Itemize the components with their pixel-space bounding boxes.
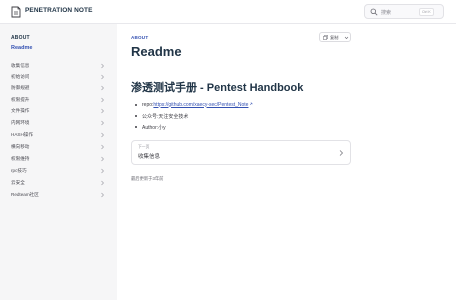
repo-line: repo:https://github.com/xaecy-sec/Pentes… [142, 102, 253, 108]
sidebar-item-label: 文件操作 [11, 108, 30, 113]
sidebar-item[interactable]: HASH操作 [11, 130, 105, 140]
sidebar-item[interactable]: 文件操作 [11, 106, 105, 116]
sidebar-item-label: 防御规避 [11, 85, 30, 90]
chevron-right-icon [101, 63, 104, 69]
sidebar-item[interactable]: 横向移动 [11, 142, 105, 152]
sidebar-item-label: 权限提升 [11, 97, 30, 102]
breadcrumb: ABOUT [131, 35, 149, 40]
search-icon [370, 8, 378, 16]
chevron-right-icon [101, 120, 104, 126]
sidebar-item[interactable]: 防御规避 [11, 83, 105, 93]
chevron-right-icon [101, 192, 104, 198]
chevron-right-icon [101, 132, 104, 138]
sidebar-item[interactable]: Redteam社区 [11, 190, 105, 200]
copy-icon [323, 35, 328, 40]
search-placeholder: 搜索 [381, 9, 392, 16]
next-page-link[interactable]: 下一页 收集信息 [131, 140, 351, 165]
sidebar-item-label: Redteam社区 [11, 192, 39, 197]
sidebar-item-label: 内网环境 [11, 120, 30, 125]
sidebar-item-readme[interactable]: Readme [11, 45, 32, 51]
sidebar-item-label: 云安全 [11, 180, 25, 185]
chevron-right-icon [101, 144, 104, 150]
copy-page-button[interactable]: 复制 [319, 32, 351, 42]
site-title[interactable]: PENETRATION NOTE [25, 7, 93, 14]
search-button[interactable]: 搜索 Ctrl K [364, 4, 444, 19]
sidebar-item[interactable]: 云安全 [11, 178, 105, 188]
bullet-dot [135, 126, 137, 128]
sidebar: ABOUT Readme 收集信息 初始访问 防御规避 权限提升 文件操作 内网… [0, 24, 117, 300]
bullet-dot [135, 104, 137, 106]
chevron-right-icon [101, 74, 104, 80]
chevron-right-icon [339, 150, 343, 156]
page-title: Readme [131, 44, 182, 59]
sidebar-item-label: rpc技巧 [11, 168, 27, 173]
chevron-right-icon [101, 108, 104, 114]
main-content: ABOUT 复制 Readme 渗透测试手册 - Pentest Handboo… [117, 24, 456, 300]
external-link-icon [250, 102, 253, 105]
section-heading: 渗透测试手册 - Pentest Handbook [131, 82, 304, 94]
wechat-line: 公众号:天注安全技术 [142, 113, 189, 120]
next-page-caption: 下一页 [138, 145, 150, 149]
sidebar-section-title: ABOUT [11, 35, 30, 41]
repo-link[interactable]: https://github.com/xaecy-sec/Pentest_Not… [153, 102, 248, 108]
next-page-title: 收集信息 [138, 154, 161, 160]
chevron-right-icon [101, 168, 104, 174]
chevron-right-icon [101, 180, 104, 186]
list-item: repo:https://github.com/xaecy-sec/Pentes… [131, 100, 331, 110]
sidebar-item-label: HASH操作 [11, 132, 33, 137]
copy-label: 复制 [330, 35, 339, 41]
sidebar-item[interactable]: 收集信息 [11, 61, 105, 71]
sidebar-item-label: 横向移动 [11, 144, 30, 149]
sidebar-item[interactable]: 内网环境 [11, 118, 105, 128]
chevron-down-icon [344, 36, 349, 39]
chevron-right-icon [101, 97, 104, 103]
list-item: 公众号:天注安全技术 [131, 111, 331, 121]
sidebar-item-label: 初始访问 [11, 74, 30, 79]
chevron-right-icon [101, 156, 104, 162]
bullet-dot [135, 115, 137, 117]
top-navbar: PENETRATION NOTE 搜索 Ctrl K [0, 0, 456, 24]
sidebar-item-label: 权限维持 [11, 156, 30, 161]
sidebar-item[interactable]: 权限提升 [11, 95, 105, 105]
logo-icon[interactable] [10, 6, 22, 18]
chevron-right-icon [101, 85, 104, 91]
sidebar-item[interactable]: 权限维持 [11, 154, 105, 164]
list-item: Author:小y [131, 122, 331, 132]
last-updated: 最后更新于3年前 [131, 176, 164, 181]
sidebar-item-label: 收集信息 [11, 63, 30, 68]
repo-prefix: repo: [142, 101, 154, 108]
search-shortcut: Ctrl K [419, 8, 434, 16]
author-line: Author:小y [142, 124, 166, 131]
sidebar-item[interactable]: rpc技巧 [11, 166, 105, 176]
sidebar-item[interactable]: 初始访问 [11, 72, 105, 82]
